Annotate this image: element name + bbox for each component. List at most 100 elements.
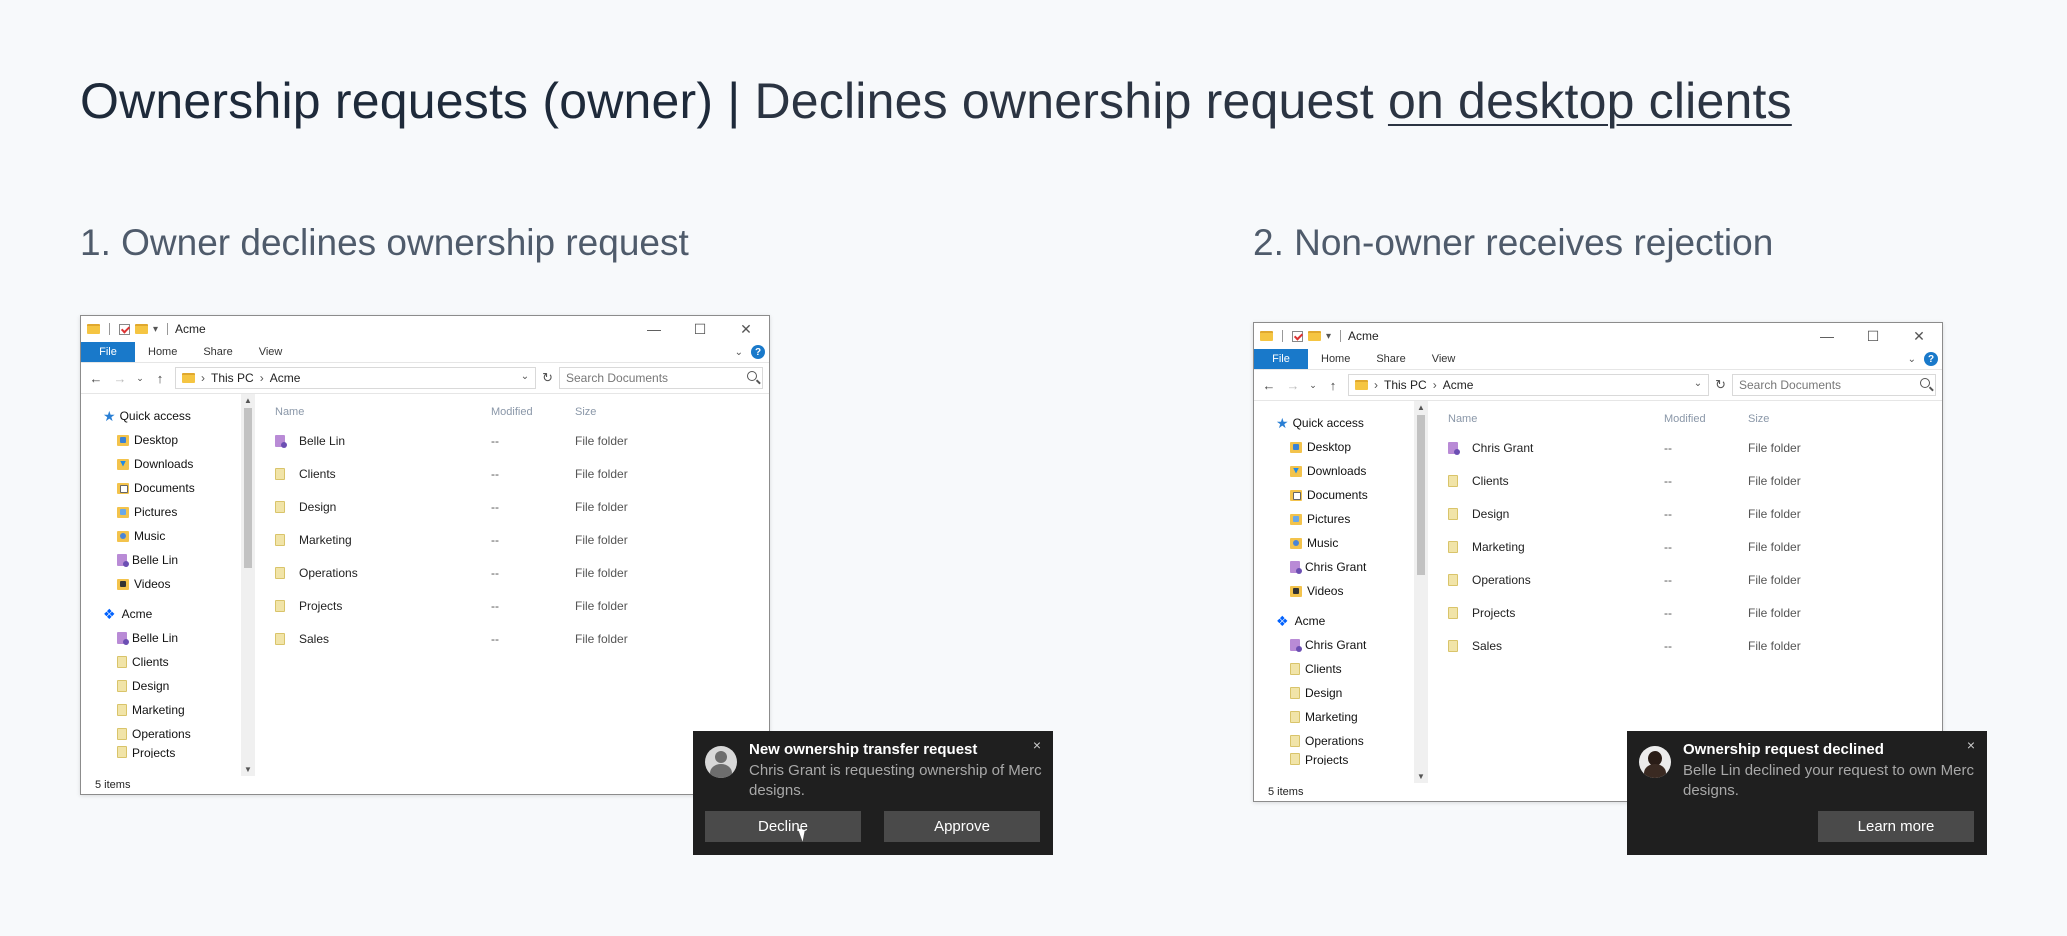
column-modified[interactable]: Modified [491,406,575,418]
search-input[interactable]: Search Documents [559,367,763,389]
learn-more-button[interactable]: Learn more [1818,811,1974,842]
nav-quick-access[interactable]: ★ Quick access [81,404,255,428]
nav-pictures[interactable]: Pictures [81,500,255,524]
scroll-thumb[interactable] [244,408,252,568]
nav-music[interactable]: Music [1254,531,1428,555]
new-folder-icon[interactable] [1308,331,1321,341]
nav-downloads[interactable]: Downloads [1254,459,1428,483]
expand-ribbon-chevron-icon[interactable]: ⌄ [1908,354,1916,365]
nav-acme-user-folder[interactable]: Belle Lin [81,626,255,650]
up-arrow-icon[interactable]: ↑ [151,371,169,386]
file-row[interactable]: Projects -- File folder [1448,596,1942,629]
nav-projects[interactable]: Projects [81,746,255,758]
customize-toolbar-chevron-icon[interactable]: ▾ [1326,331,1331,342]
file-row[interactable]: Marketing -- File folder [275,523,769,556]
nav-acme-user-folder[interactable]: Chris Grant [1254,633,1428,657]
scroll-up-icon[interactable]: ▲ [241,396,255,405]
recent-locations-chevron-icon[interactable]: ⌄ [135,373,145,384]
recent-locations-chevron-icon[interactable]: ⌄ [1308,380,1318,391]
tab-view[interactable]: View [246,342,296,362]
nav-scrollbar[interactable]: ▲ ▼ [1414,401,1428,783]
nav-desktop[interactable]: Desktop [1254,435,1428,459]
new-folder-icon[interactable] [135,324,148,334]
page-title-link[interactable]: on desktop clients [1388,73,1792,129]
tab-view[interactable]: View [1419,349,1469,369]
maximize-icon[interactable]: ☐ [1850,323,1896,349]
nav-music[interactable]: Music [81,524,255,548]
file-row[interactable]: Design -- File folder [275,490,769,523]
file-row[interactable]: Sales -- File folder [275,622,769,655]
file-row[interactable]: Belle Lin -- File folder [275,424,769,457]
close-icon[interactable]: ✕ [723,316,769,342]
forward-arrow-icon[interactable]: → [111,371,129,386]
nav-clients[interactable]: Clients [1254,657,1428,681]
customize-toolbar-chevron-icon[interactable]: ▾ [153,324,158,335]
column-size[interactable]: Size [575,406,695,418]
back-arrow-icon[interactable]: ← [1260,378,1278,393]
nav-clients[interactable]: Clients [81,650,255,674]
column-name[interactable]: Name [275,406,491,418]
minimize-icon[interactable]: — [1804,323,1850,349]
nav-marketing[interactable]: Marketing [81,698,255,722]
nav-design[interactable]: Design [81,674,255,698]
file-row[interactable]: Chris Grant -- File folder [1448,431,1942,464]
help-icon[interactable]: ? [751,345,765,359]
address-bar[interactable]: › This PC › Acme ⌄ [175,367,537,389]
tab-file[interactable]: File [1254,349,1308,369]
forward-arrow-icon[interactable]: → [1284,378,1302,393]
scroll-thumb[interactable] [1417,415,1425,575]
file-row[interactable]: Sales -- File folder [1448,629,1942,662]
scroll-down-icon[interactable]: ▼ [241,765,255,774]
tab-share[interactable]: Share [190,342,245,362]
tab-home[interactable]: Home [1308,349,1363,369]
nav-downloads[interactable]: Downloads [81,452,255,476]
back-arrow-icon[interactable]: ← [87,371,105,386]
nav-documents[interactable]: Documents [81,476,255,500]
address-dropdown-icon[interactable]: ⌄ [521,371,529,382]
search-input[interactable]: Search Documents [1732,374,1936,396]
close-icon[interactable]: × [1967,737,1975,753]
properties-check-icon[interactable] [1292,330,1303,342]
maximize-icon[interactable]: ☐ [677,316,723,342]
column-size[interactable]: Size [1748,413,1868,425]
close-icon[interactable]: ✕ [1896,323,1942,349]
file-row[interactable]: Design -- File folder [1448,497,1942,530]
file-row[interactable]: Clients -- File folder [1448,464,1942,497]
breadcrumb-acme[interactable]: Acme [270,371,301,385]
up-arrow-icon[interactable]: ↑ [1324,378,1342,393]
file-row[interactable]: Marketing -- File folder [1448,530,1942,563]
close-icon[interactable]: × [1033,737,1041,753]
refresh-icon[interactable]: ↻ [542,370,553,386]
nav-acme[interactable]: ❖ Acme [1254,609,1428,633]
nav-marketing[interactable]: Marketing [1254,705,1428,729]
address-dropdown-icon[interactable]: ⌄ [1694,378,1702,389]
nav-quick-access[interactable]: ★ Quick access [1254,411,1428,435]
expand-ribbon-chevron-icon[interactable]: ⌄ [735,347,743,358]
scroll-up-icon[interactable]: ▲ [1414,403,1428,412]
nav-documents[interactable]: Documents [1254,483,1428,507]
decline-button[interactable]: Decline [705,811,861,842]
tab-file[interactable]: File [81,342,135,362]
nav-design[interactable]: Design [1254,681,1428,705]
file-row[interactable]: Projects -- File folder [275,589,769,622]
column-name[interactable]: Name [1448,413,1664,425]
file-row[interactable]: Clients -- File folder [275,457,769,490]
nav-projects[interactable]: Projects [1254,753,1428,765]
nav-scrollbar[interactable]: ▲ ▼ [241,394,255,776]
nav-videos[interactable]: Videos [1254,579,1428,603]
column-modified[interactable]: Modified [1664,413,1748,425]
minimize-icon[interactable]: — [631,316,677,342]
nav-videos[interactable]: Videos [81,572,255,596]
help-icon[interactable]: ? [1924,352,1938,366]
tab-home[interactable]: Home [135,342,190,362]
address-bar[interactable]: › This PC › Acme ⌄ [1348,374,1710,396]
nav-operations[interactable]: Operations [1254,729,1428,753]
tab-share[interactable]: Share [1363,349,1418,369]
nav-operations[interactable]: Operations [81,722,255,746]
approve-button[interactable]: Approve [884,811,1040,842]
nav-acme[interactable]: ❖ Acme [81,602,255,626]
breadcrumb-this-pc[interactable]: This PC [1384,378,1427,392]
file-row[interactable]: Operations -- File folder [1448,563,1942,596]
nav-pictures[interactable]: Pictures [1254,507,1428,531]
scroll-down-icon[interactable]: ▼ [1414,772,1428,781]
